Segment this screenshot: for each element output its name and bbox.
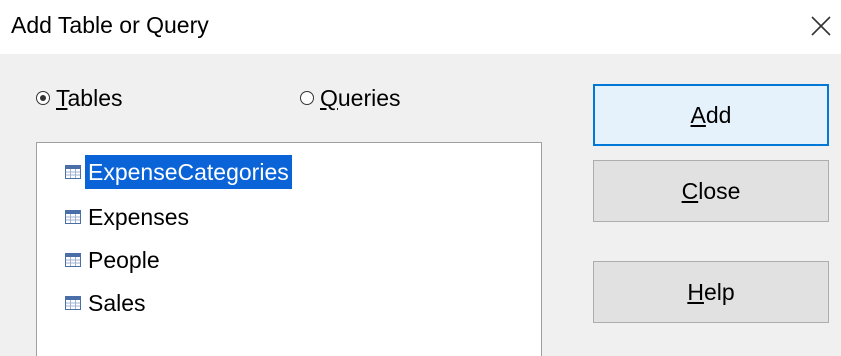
list-item-expensecategories[interactable]: ExpenseCategories bbox=[65, 154, 292, 190]
tables-label-rest: ables bbox=[67, 84, 123, 111]
list-item-label: Sales bbox=[88, 290, 146, 316]
add-label-rest: dd bbox=[705, 101, 732, 128]
help-mnemonic: H bbox=[687, 278, 704, 305]
queries-radio[interactable]: Queries bbox=[300, 85, 401, 111]
queries-label-rest: ueries bbox=[337, 84, 401, 111]
help-button[interactable]: Help bbox=[593, 261, 829, 323]
dialog-title: Add Table or Query bbox=[11, 12, 209, 38]
help-label-rest: elp bbox=[703, 278, 735, 305]
add-table-or-query-dialog: Add Table or Query Tables Queries Expens… bbox=[0, 0, 841, 356]
close-button-label: Close bbox=[682, 178, 741, 205]
dialog-body: Tables Queries ExpenseCategories Expense… bbox=[0, 54, 841, 356]
help-button-label: Help bbox=[687, 279, 734, 306]
list-item-expenses[interactable]: Expenses bbox=[65, 199, 192, 235]
queries-radio-indicator[interactable] bbox=[300, 91, 314, 105]
add-mnemonic: A bbox=[690, 101, 706, 128]
tables-radio-label: Tables bbox=[56, 85, 122, 112]
list-item-people[interactable]: People bbox=[65, 242, 163, 278]
tables-mnemonic: T bbox=[56, 84, 68, 111]
list-item-label: People bbox=[88, 247, 160, 273]
list-item-sales[interactable]: Sales bbox=[65, 285, 149, 321]
queries-mnemonic: Q bbox=[320, 84, 338, 111]
add-button-label: Add bbox=[691, 102, 732, 129]
close-label-rest: lose bbox=[698, 177, 741, 204]
table-icon bbox=[65, 296, 81, 310]
tables-radio[interactable]: Tables bbox=[36, 85, 122, 111]
table-icon bbox=[65, 165, 81, 179]
queries-radio-label: Queries bbox=[320, 85, 401, 112]
tables-radio-indicator[interactable] bbox=[36, 91, 50, 105]
close-button[interactable]: Close bbox=[593, 160, 829, 222]
table-icon bbox=[65, 253, 81, 267]
close-mnemonic: C bbox=[681, 177, 699, 204]
list-item-label: ExpenseCategories bbox=[85, 155, 292, 189]
table-list[interactable]: ExpenseCategories Expenses People Sales bbox=[36, 142, 542, 356]
add-button[interactable]: Add bbox=[593, 84, 829, 146]
list-item-label: Expenses bbox=[88, 204, 190, 230]
close-window-button[interactable] bbox=[803, 8, 839, 44]
table-icon bbox=[65, 210, 81, 224]
close-x-icon bbox=[811, 16, 831, 36]
title-bar: Add Table or Query bbox=[0, 0, 841, 54]
